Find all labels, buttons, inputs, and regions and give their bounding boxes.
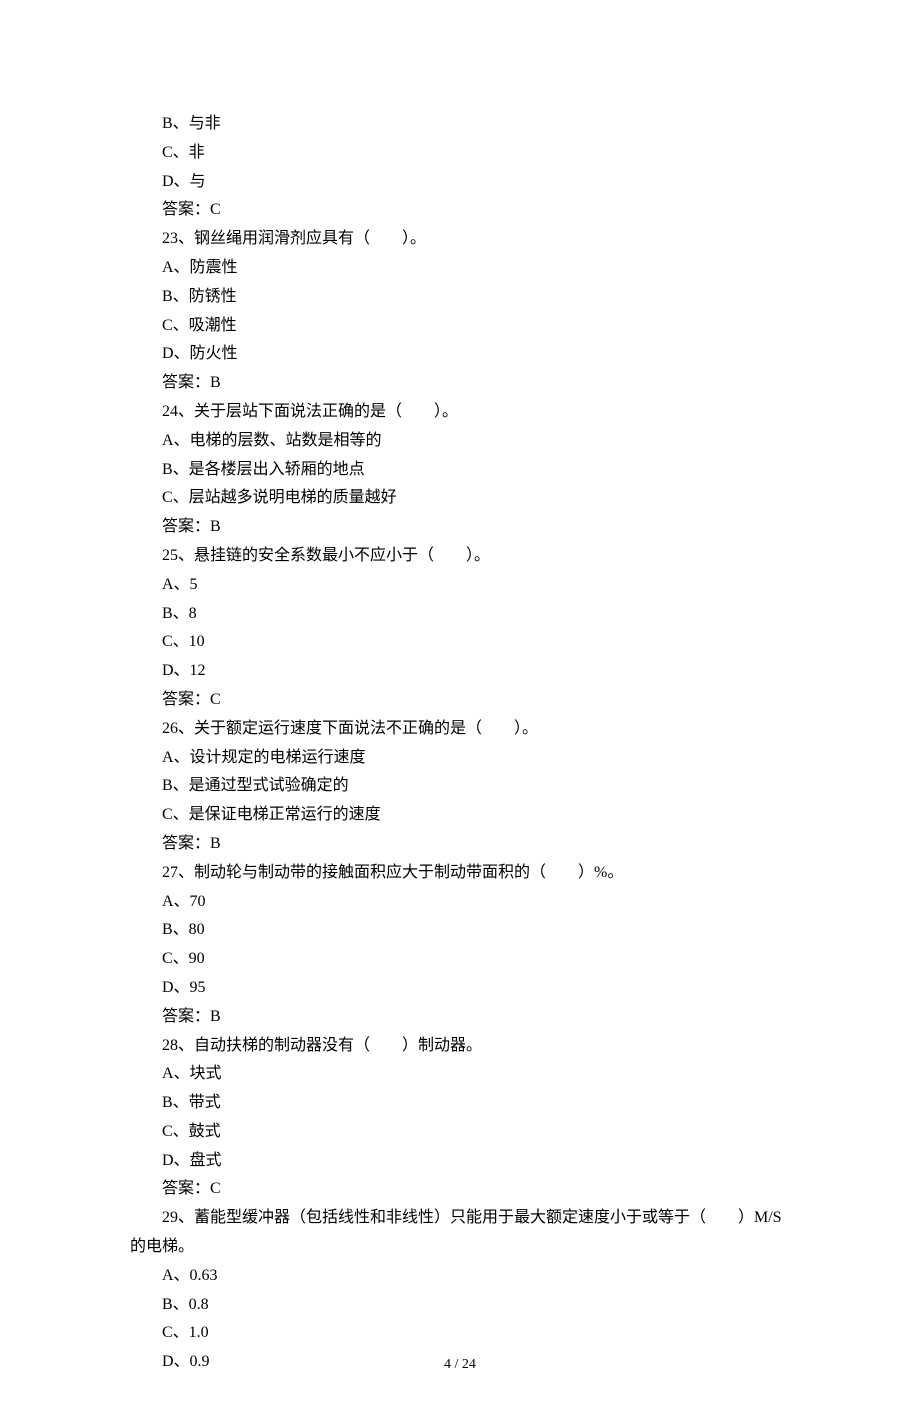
text-line: D、防火性: [130, 340, 790, 369]
text-line: B、是各楼层出入轿厢的地点: [130, 456, 790, 485]
text-line: B、与非: [130, 110, 790, 139]
question-line: 26、关于额定运行速度下面说法不正确的是（ ）。: [130, 715, 790, 744]
text-line: C、吸潮性: [130, 312, 790, 341]
text-line: B、防锈性: [130, 283, 790, 312]
answer-line: 答案：B: [130, 513, 790, 542]
text-line: D、95: [130, 974, 790, 1003]
answer-line: 答案：C: [130, 196, 790, 225]
document-page: B、与非 C、非 D、与 答案：C 23、钢丝绳用润滑剂应具有（ ）。 A、防震…: [0, 0, 920, 1417]
answer-line: 答案：B: [130, 830, 790, 859]
answer-line: 答案：C: [130, 686, 790, 715]
text-line: A、设计规定的电梯运行速度: [130, 744, 790, 773]
text-line: C、10: [130, 628, 790, 657]
text-line: C、层站越多说明电梯的质量越好: [130, 484, 790, 513]
text-line: A、块式: [130, 1060, 790, 1089]
question-line-cont: 的电梯。: [130, 1233, 790, 1262]
text-line: C、鼓式: [130, 1118, 790, 1147]
answer-line: 答案：B: [130, 1003, 790, 1032]
text-line: D、与: [130, 168, 790, 197]
text-line: B、0.8: [130, 1291, 790, 1320]
answer-line: 答案：C: [130, 1175, 790, 1204]
text-line: C、非: [130, 139, 790, 168]
text-line: B、带式: [130, 1089, 790, 1118]
text-line: A、防震性: [130, 254, 790, 283]
text-line: A、0.63: [130, 1262, 790, 1291]
answer-line: 答案：B: [130, 369, 790, 398]
text-line: C、是保证电梯正常运行的速度: [130, 801, 790, 830]
question-line: 27、制动轮与制动带的接触面积应大于制动带面积的（ ）%。: [130, 859, 790, 888]
text-line: C、90: [130, 945, 790, 974]
text-line: A、70: [130, 888, 790, 917]
text-line: B、8: [130, 600, 790, 629]
text-line: D、12: [130, 657, 790, 686]
page-number: 4 / 24: [0, 1352, 920, 1377]
question-line: 28、自动扶梯的制动器没有（ ）制动器。: [130, 1032, 790, 1061]
question-line: 23、钢丝绳用润滑剂应具有（ ）。: [130, 225, 790, 254]
text-line: D、盘式: [130, 1147, 790, 1176]
text-line: B、是通过型式试验确定的: [130, 772, 790, 801]
question-line: 24、关于层站下面说法正确的是（ ）。: [130, 398, 790, 427]
text-line: A、5: [130, 571, 790, 600]
text-line: B、80: [130, 916, 790, 945]
question-line: 25、悬挂链的安全系数最小不应小于（ ）。: [130, 542, 790, 571]
question-line: 29、蓄能型缓冲器（包括线性和非线性）只能用于最大额定速度小于或等于（ ）M/S: [130, 1204, 790, 1233]
text-line: A、电梯的层数、站数是相等的: [130, 427, 790, 456]
text-line: C、1.0: [130, 1319, 790, 1348]
